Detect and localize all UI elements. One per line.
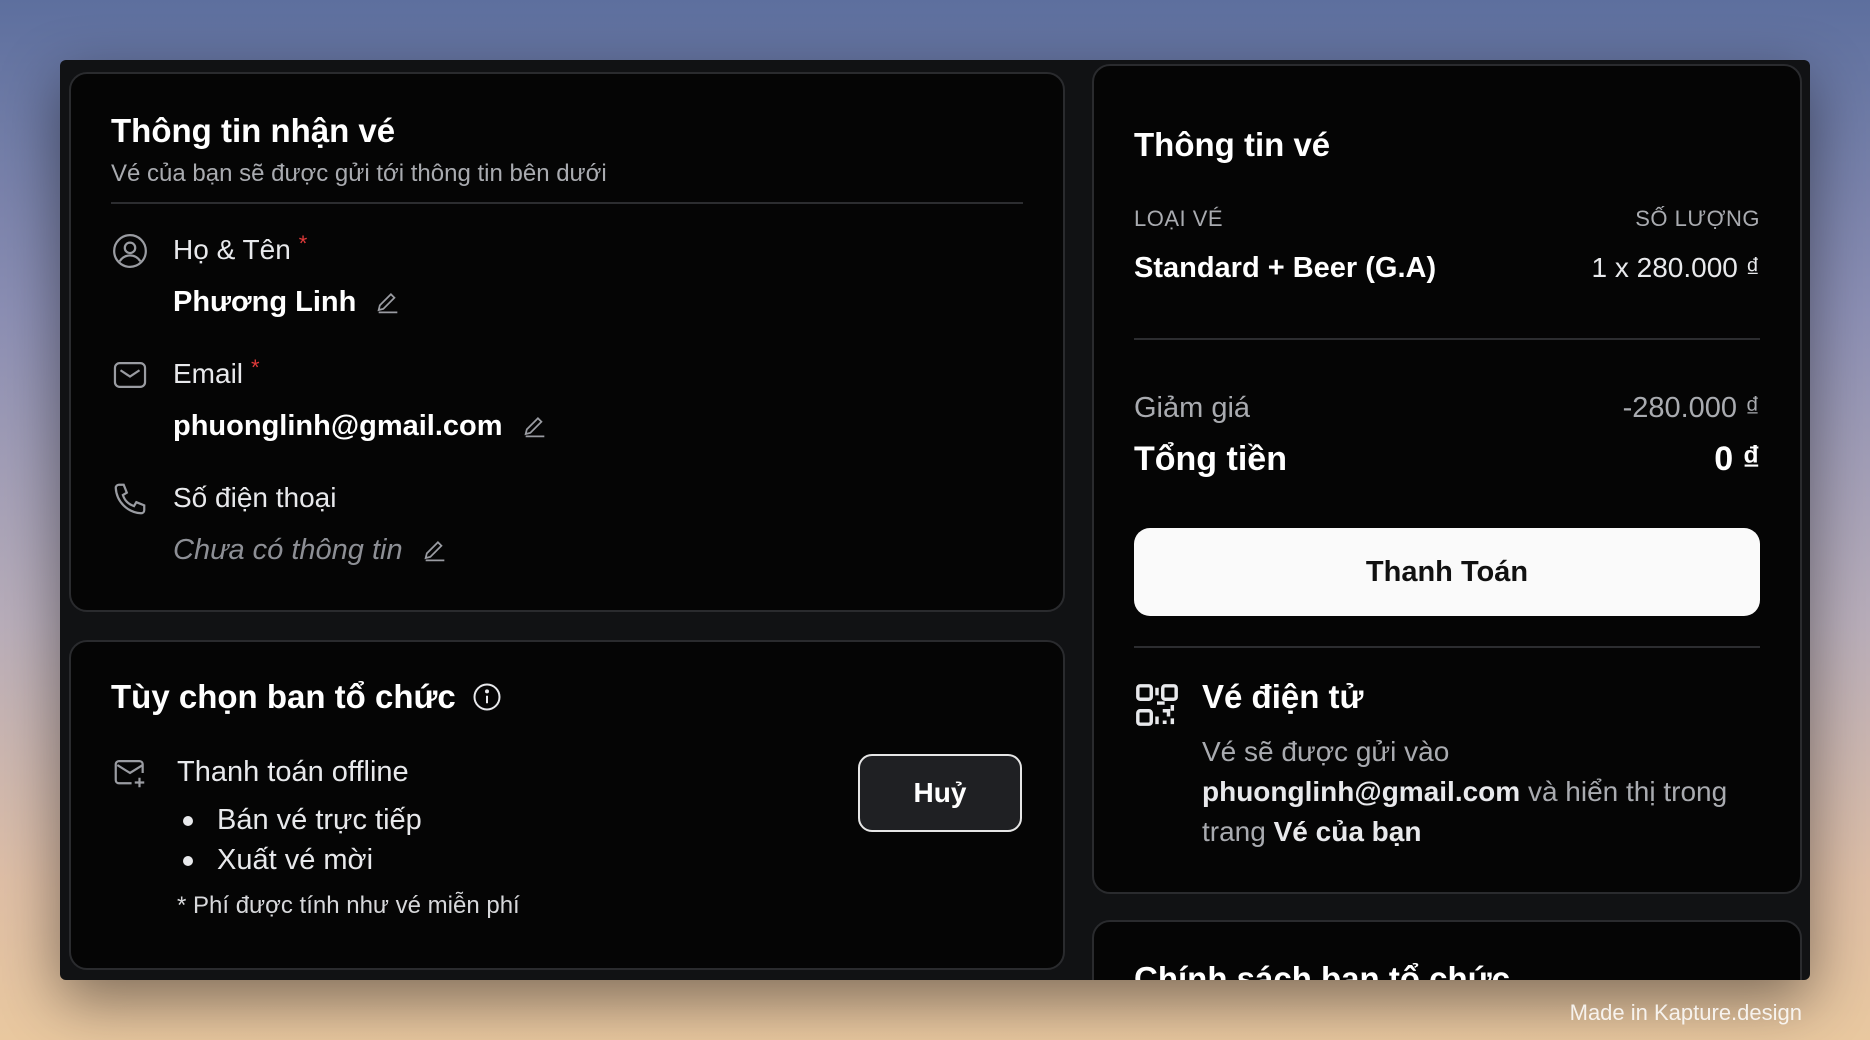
eticket-email: phuonglinh@gmail.com [1202,776,1521,807]
list-item: Bán vé trực tiếp [183,800,422,840]
phone-icon [114,483,146,515]
divider [1134,646,1760,648]
email-text: phuonglinh@gmail.com [173,410,503,442]
qr-code-icon [1136,684,1178,726]
ticket-info-card: Thông tin vé LOẠI VÉ SỐ LƯỢNG Standard +… [1092,64,1802,894]
offline-payment-list: Bán vé trực tiếp Xuất vé mời [183,800,422,880]
ticket-type-name: Standard + Beer (G.A) [1134,252,1437,284]
info-icon[interactable] [472,682,502,712]
ticket-table-header: LOẠI VÉ SỐ LƯỢNG [1134,206,1760,232]
edit-email-icon[interactable] [521,413,549,441]
ticket-qty-price: 1 x 280.000 ₫ [1591,252,1761,283]
ticket-qty-header: SỐ LƯỢNG [1635,206,1760,231]
total-label: Tổng tiền [1134,440,1287,478]
list-item: Xuất vé mời [183,840,422,880]
edit-name-icon[interactable] [374,289,402,317]
name-text: Phương Linh [173,286,357,318]
cancel-button[interactable]: Huỷ [858,754,1022,832]
watermark: Made in Kapture.design [1569,1000,1802,1025]
policy-title: Chính sách ban tổ chức [1134,960,1510,980]
eticket-page-link[interactable]: Vé của bạn [1274,816,1422,847]
eticket-title: Vé điện tử [1202,678,1364,715]
total-row: Tổng tiền 0 ₫ [1134,440,1760,479]
email-value: phuonglinh@gmail.com [173,410,549,443]
organizer-title: Tùy chọn ban tổ chức [111,678,456,715]
receive-info-header: Thông tin nhận vé Vé của bạn sẽ được gửi… [111,112,607,188]
email-label: Email * [173,355,260,389]
mail-icon [113,362,147,388]
offline-payment-note: * Phí được tính như vé miễn phí [177,892,520,919]
receive-info-title: Thông tin nhận vé [111,112,396,149]
phone-label: Số điện thoại [173,482,337,513]
discount-value: -280.000 ₫ [1622,392,1760,424]
divider [1134,338,1760,340]
discount-row: Giảm giá -280.000 ₫ [1134,392,1760,425]
user-circle-icon [113,234,147,268]
organizer-options-card: Tùy chọn ban tổ chức Thanh toán offline … [69,640,1065,970]
total-value: 0 ₫ [1714,440,1760,478]
pay-button[interactable]: Thanh Toán [1134,528,1760,616]
organizer-policy-card: Chính sách ban tổ chức [1092,920,1802,980]
edit-phone-icon[interactable] [421,537,449,565]
organizer-header: Tùy chọn ban tổ chức [111,678,502,716]
required-mark: * [251,355,260,380]
discount-label: Giảm giá [1134,392,1251,424]
ticket-row: Standard + Beer (G.A) 1 x 280.000 ₫ [1134,252,1760,285]
name-value: Phương Linh [173,286,402,319]
required-mark: * [298,231,308,256]
ticket-type-header: LOẠI VÉ [1134,206,1224,231]
offline-payment-title: Thanh toán offline [177,756,409,788]
ticket-info-title: Thông tin vé [1134,126,1331,163]
receive-info-card: Thông tin nhận vé Vé của bạn sẽ được gửi… [69,72,1065,612]
phone-text: Chưa có thông tin [173,534,403,566]
mail-plus-icon [114,760,145,788]
receive-info-subtitle: Vé của bạn sẽ được gửi tới thông tin bên… [111,160,607,187]
app-window: Thông tin nhận vé Vé của bạn sẽ được gửi… [60,60,1810,980]
name-label: Họ & Tên * [173,231,308,265]
phone-value: Chưa có thông tin [173,534,449,567]
eticket-description: Vé sẽ được gửi vào phuonglinh@gmail.com … [1202,736,1728,847]
divider [111,202,1023,204]
